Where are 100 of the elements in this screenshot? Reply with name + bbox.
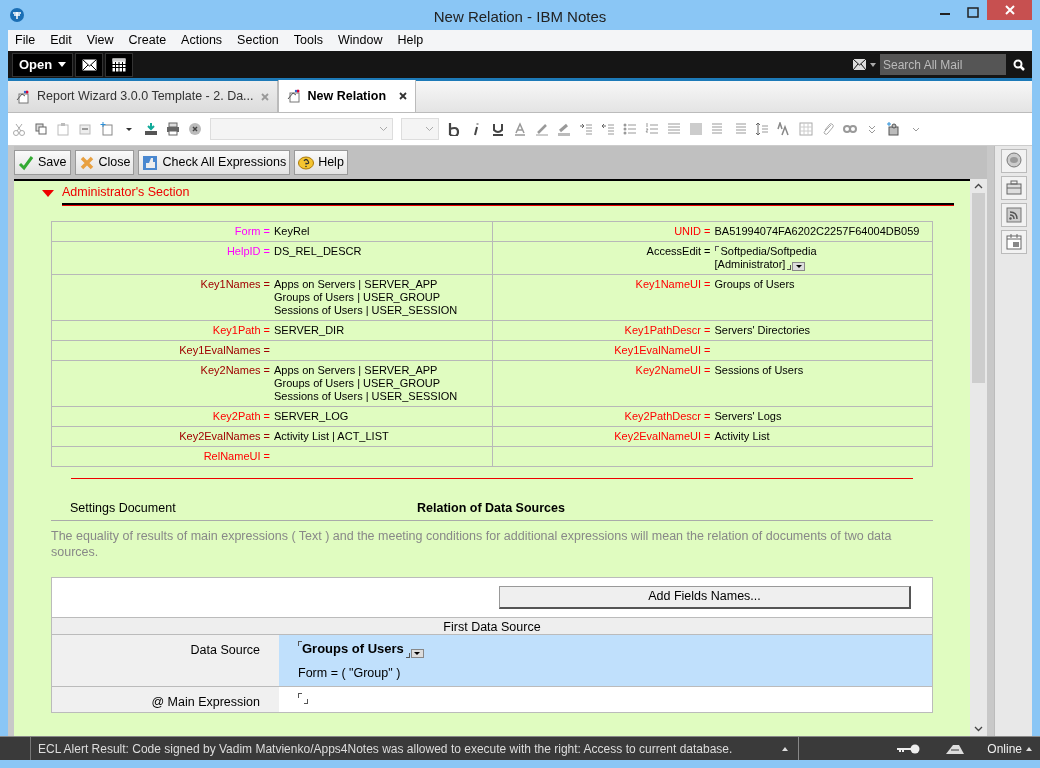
bulleted-list-icon[interactable] [623, 122, 637, 136]
puzzle-icon[interactable] [887, 122, 901, 136]
settings-label: Settings Document [70, 499, 177, 517]
menu-item[interactable]: Window [338, 31, 383, 50]
field-corner-icon [405, 653, 410, 658]
dropdown-button[interactable] [792, 261, 806, 271]
caret-icon[interactable] [870, 62, 876, 67]
caret-icon [795, 264, 802, 268]
search-field[interactable]: Search All Mail [880, 54, 1006, 75]
field-value: Servers' Logs [714, 409, 782, 423]
menu-item[interactable]: Actions [181, 31, 223, 50]
description-text: The equality of results of main expressions ( Text ) and the meeting conditions for additional expressions will mean the relation of documents of two data sources. [51, 527, 893, 560]
printer-icon[interactable] [166, 122, 180, 136]
field-value: Servers' Directories [714, 323, 811, 337]
field-value: Sessions of Users | USER_SESSION [274, 389, 458, 403]
menu-item[interactable]: File [15, 31, 36, 50]
field-value: SERVER_DIR [274, 323, 345, 337]
action-button[interactable]: Save [14, 150, 71, 175]
add-fields-button[interactable]: Add Fields Names... [499, 585, 911, 609]
sidebar-button[interactable] [1000, 230, 1027, 254]
stop-icon[interactable] [188, 122, 202, 136]
field-value[interactable]: Groups of Users [302, 638, 404, 658]
field-label: HelpID = [226, 244, 270, 259]
new-document-icon[interactable] [100, 122, 114, 136]
scrollbar[interactable] [970, 179, 987, 736]
search-icon[interactable] [1013, 58, 1025, 71]
network-icon[interactable] [945, 742, 966, 755]
inbox-download-icon[interactable] [144, 122, 158, 136]
document-icon [286, 89, 301, 103]
close-button[interactable] [987, 0, 1032, 20]
menu-item[interactable]: Help [397, 31, 424, 50]
tab[interactable]: Report Wizard 3.0.0 Template - 2. Da... [8, 81, 278, 112]
row-value-cell[interactable]: Groups of Users Form = ( "Group" ) [279, 634, 932, 686]
caret-up-icon[interactable] [782, 746, 789, 751]
field-label: Key2EvalNames = [179, 429, 270, 443]
dropdown-button[interactable] [410, 649, 424, 658]
menu-item[interactable]: Section [237, 31, 279, 50]
location-selector[interactable]: Online [987, 739, 1032, 758]
text-color-icon[interactable] [513, 122, 527, 136]
action-button[interactable]: Check All Expressions [138, 150, 291, 175]
field-value: Sessions of Users [714, 363, 804, 377]
chevron-down-icon [425, 126, 434, 132]
caret-icon [58, 62, 67, 67]
highlighter-icon[interactable] [557, 122, 571, 136]
field-value: BA51994074FA6202C2257F64004DB059 [714, 224, 920, 238]
bold-icon[interactable] [447, 122, 461, 136]
field-corner-icon [714, 245, 719, 251]
pen-icon[interactable] [535, 122, 549, 136]
field-label: Key2Names = [200, 363, 270, 378]
field-label: Key1PathDescr = [624, 323, 711, 337]
document-icon [16, 89, 30, 104]
outdent-icon[interactable] [601, 122, 615, 136]
close-icon [1004, 5, 1015, 15]
envelope-icon [81, 58, 97, 71]
open-button[interactable]: Open [12, 52, 74, 77]
action-button[interactable]: Help [294, 150, 348, 175]
field-label: Key2NameUI = [635, 363, 711, 378]
close-icon[interactable] [399, 92, 408, 100]
sidebar-button[interactable] [1000, 176, 1027, 200]
collapse-triangle-icon[interactable] [42, 189, 54, 198]
menu-item[interactable]: Create [128, 31, 167, 50]
calendar-button[interactable] [105, 52, 134, 77]
field-value[interactable]: [Administrator] [714, 257, 786, 271]
section-heading: Relation of Data Sources [417, 499, 565, 517]
tab[interactable]: New Relation [277, 80, 417, 112]
paperclip-icon[interactable] [821, 122, 835, 136]
field-value: Groups of Users | USER_GROUP [274, 290, 442, 304]
line-spacing-icon[interactable] [755, 122, 769, 136]
action-button[interactable]: Close [74, 150, 135, 175]
field-label: Form = [234, 224, 270, 238]
field-label: Key1EvalNames = [179, 343, 270, 357]
copy-icon[interactable] [34, 122, 48, 136]
envelope-icon[interactable] [853, 59, 866, 70]
field-label: RelNameUI = [203, 449, 270, 463]
underline-icon[interactable] [491, 122, 505, 136]
mail-button[interactable] [75, 52, 104, 77]
chevron-up-icon[interactable] [974, 183, 983, 189]
field-label: Key1EvalNameUI = [614, 343, 711, 357]
chevron-down-icon[interactable] [974, 726, 983, 732]
menu-item[interactable]: View [86, 31, 114, 50]
sidebar-button[interactable] [1000, 149, 1027, 173]
scissors-icon[interactable] [12, 122, 26, 136]
field-label: Key1Names = [200, 277, 270, 292]
section-title[interactable]: Administrator's Section [62, 183, 954, 205]
field-value: KeyRel [274, 224, 310, 238]
field-note: Form = ( "Group" ) [298, 665, 402, 682]
caret-icon [414, 652, 421, 655]
sidebar-button[interactable] [1000, 203, 1027, 227]
field-label: Key2PathDescr = [624, 409, 711, 423]
font-size-icon[interactable] [777, 122, 791, 136]
key-icon[interactable] [897, 743, 922, 754]
calendar-icon [1003, 232, 1024, 252]
caret-up-icon [1026, 746, 1032, 751]
indent-icon[interactable] [579, 122, 593, 136]
menu-item[interactable]: Edit [50, 31, 72, 50]
menu-item[interactable]: Tools [293, 31, 323, 50]
panel-header: First Data Source [52, 616, 932, 635]
status-message: ECL Alert Result: Code signed by Vadim Matvienko/Apps4Notes was allowed to execute with the right: Access to current database. [38, 740, 733, 758]
clipboard-icon[interactable] [56, 122, 70, 136]
field-value[interactable]: Softpedia/Softpedia [720, 244, 817, 258]
